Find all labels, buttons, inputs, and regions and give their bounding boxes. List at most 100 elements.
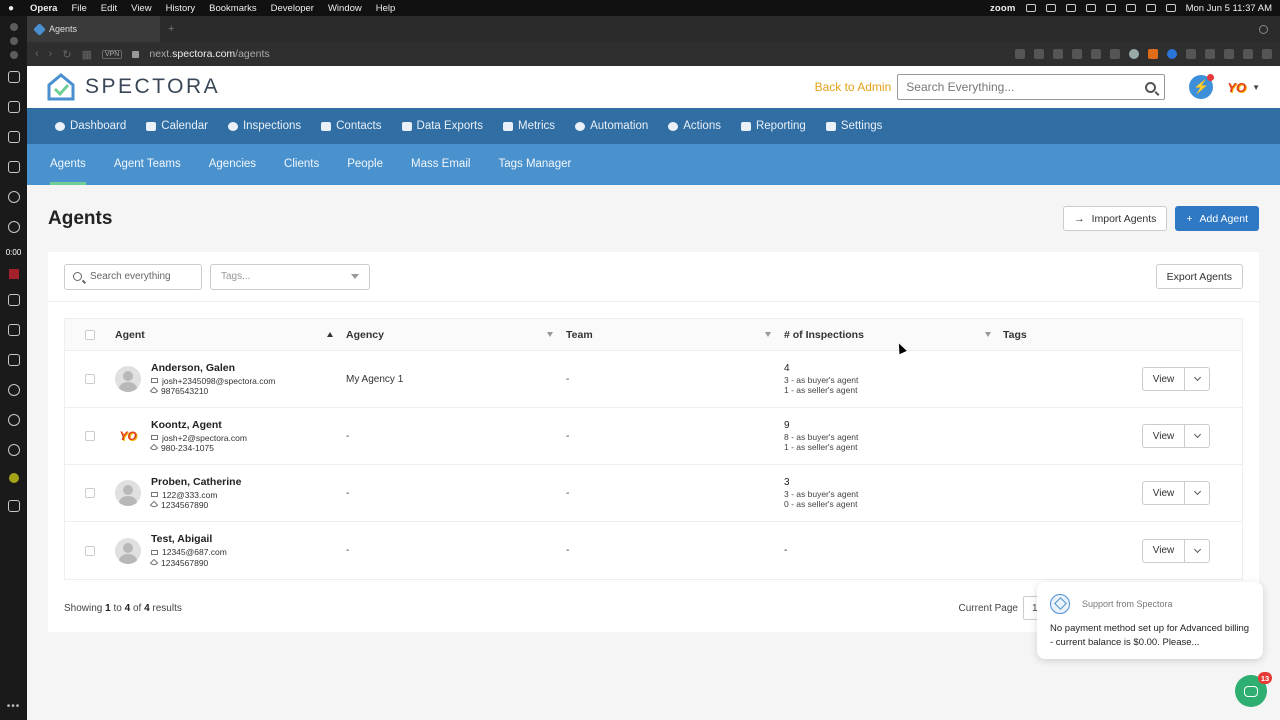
row-checkbox[interactable]: [85, 431, 95, 441]
nav-inspections[interactable]: Inspections: [227, 120, 301, 132]
row-checkbox[interactable]: [85, 488, 95, 498]
tags-select[interactable]: [210, 263, 370, 290]
back-to-admin-link[interactable]: Back to Admin: [815, 80, 892, 94]
profile-icon[interactable]: [1243, 49, 1253, 59]
add-agent-button[interactable]: + Add Agent: [1175, 206, 1259, 231]
menu-window[interactable]: Window: [328, 3, 362, 14]
extension-icon[interactable]: [1072, 49, 1082, 59]
vpn-badge[interactable]: VPN: [101, 49, 123, 59]
row-menu-button[interactable]: [1184, 481, 1210, 505]
menu-bookmarks[interactable]: Bookmarks: [209, 3, 257, 14]
spotlight-icon[interactable]: [1145, 4, 1156, 12]
status-icon[interactable]: [1025, 4, 1036, 12]
view-button[interactable]: View: [1142, 367, 1184, 391]
extension-icon[interactable]: [1148, 49, 1158, 59]
battery-icon[interactable]: [1085, 4, 1096, 12]
subnav-agencies[interactable]: Agencies: [209, 144, 256, 185]
window-zoom-dot[interactable]: [9, 51, 18, 59]
window-minimize-dot[interactable]: [9, 37, 18, 45]
select-all-checkbox[interactable]: [85, 329, 95, 340]
view-button[interactable]: View: [1142, 538, 1184, 563]
menu-view[interactable]: View: [131, 3, 151, 14]
menu-history[interactable]: History: [166, 3, 196, 14]
clipboard-icon[interactable]: [7, 324, 20, 336]
nav-dashboard[interactable]: Dashboard: [55, 120, 126, 132]
history-icon[interactable]: [7, 414, 20, 426]
export-agents-button[interactable]: Export Agents: [1155, 264, 1243, 289]
agent-phone[interactable]: 1234567890: [161, 558, 208, 569]
send-icon[interactable]: [7, 354, 20, 366]
rocket-icon[interactable]: [7, 131, 20, 143]
nav-metrics[interactable]: Metrics: [503, 120, 555, 132]
extension-icon[interactable]: [1110, 49, 1120, 59]
agent-email[interactable]: josh+2345098@spectora.com: [162, 376, 275, 387]
menu-app[interactable]: Opera: [30, 3, 57, 14]
row-checkbox[interactable]: [85, 374, 95, 384]
subnav-clients[interactable]: Clients: [284, 144, 319, 185]
agent-name[interactable]: Test, Abigail: [151, 533, 227, 545]
book-icon[interactable]: [7, 294, 20, 306]
agent-name[interactable]: Anderson, Galen: [151, 362, 275, 374]
subnav-tags-manager[interactable]: Tags Manager: [498, 144, 571, 185]
row-menu-button[interactable]: [1184, 367, 1210, 391]
download-icon[interactable]: [1224, 49, 1234, 59]
notes-icon[interactable]: [7, 161, 20, 173]
subnav-mass-email[interactable]: Mass Email: [411, 144, 470, 185]
search-icon[interactable]: [1145, 81, 1157, 93]
agent-name[interactable]: Proben, Catherine: [151, 476, 241, 488]
row-menu-button[interactable]: [1184, 538, 1210, 563]
extension-icon[interactable]: [1186, 49, 1196, 59]
spectora-logo[interactable]: SPECTORA: [47, 73, 220, 101]
reload-icon[interactable]: ↻: [62, 48, 71, 61]
view-button[interactable]: View: [1142, 481, 1184, 505]
zoom-status[interactable]: zoom: [990, 3, 1016, 14]
agent-email[interactable]: josh+2@spectora.com: [162, 433, 247, 444]
chat-launcher-button[interactable]: 13: [1235, 672, 1272, 707]
column-team[interactable]: Team: [565, 329, 783, 341]
cube-icon[interactable]: [1205, 49, 1215, 59]
browser-tab-agents[interactable]: Agents: [27, 16, 160, 42]
nav-contacts[interactable]: Contacts: [321, 120, 382, 132]
column-inspections[interactable]: # of Inspections: [783, 329, 1003, 341]
row-checkbox[interactable]: [85, 545, 95, 556]
column-agent[interactable]: Agent: [115, 329, 345, 341]
lock-icon[interactable]: [132, 50, 140, 58]
agent-phone[interactable]: 1234567890: [161, 500, 208, 511]
agent-search-input[interactable]: [90, 271, 193, 282]
tabs-grid-icon[interactable]: ▦: [82, 48, 92, 61]
agent-email[interactable]: 12345@687.com: [162, 547, 227, 558]
settings-gear-icon[interactable]: [7, 444, 20, 456]
back-arrow-icon[interactable]: ‹: [35, 48, 39, 60]
chevron-down-icon[interactable]: ▼: [1252, 83, 1260, 92]
control-center-icon[interactable]: [1165, 4, 1176, 12]
agent-phone[interactable]: 9876543210: [161, 386, 208, 397]
subnav-agents[interactable]: Agents: [50, 144, 86, 185]
support-toast[interactable]: Support from Spectora No payment method …: [1037, 582, 1263, 659]
agent-phone[interactable]: 980-234-1075: [161, 443, 214, 454]
nav-reporting[interactable]: Reporting: [740, 120, 806, 132]
messenger-icon[interactable]: [7, 191, 20, 203]
subnav-people[interactable]: People: [347, 144, 383, 185]
heart-icon[interactable]: [1091, 49, 1101, 59]
record-icon[interactable]: [8, 269, 19, 279]
view-button[interactable]: View: [1142, 424, 1184, 448]
extension-icon[interactable]: [8, 473, 19, 483]
camera-icon[interactable]: [1034, 49, 1044, 59]
nav-data-exports[interactable]: Data Exports: [401, 120, 483, 132]
column-agency[interactable]: Agency: [345, 329, 565, 341]
url-field[interactable]: next.spectora.com/agents: [149, 48, 269, 60]
menu-icon[interactable]: [1262, 49, 1272, 59]
menu-developer[interactable]: Developer: [271, 3, 314, 14]
agent-name[interactable]: Koontz, Agent: [151, 419, 247, 431]
menu-clock[interactable]: Mon Jun 5 11:37 AM: [1186, 3, 1272, 14]
heart-icon[interactable]: [7, 384, 20, 396]
global-search-box[interactable]: [897, 74, 1166, 100]
more-icon[interactable]: •••: [7, 701, 21, 712]
bluetooth-icon[interactable]: [1125, 4, 1136, 12]
apple-icon[interactable]: ●: [8, 3, 18, 14]
row-menu-button[interactable]: [1184, 424, 1210, 448]
agent-search-box[interactable]: [64, 263, 202, 290]
nav-settings[interactable]: Settings: [825, 120, 882, 132]
menu-file[interactable]: File: [71, 3, 86, 14]
import-agents-button[interactable]: → Import Agents: [1063, 206, 1168, 231]
